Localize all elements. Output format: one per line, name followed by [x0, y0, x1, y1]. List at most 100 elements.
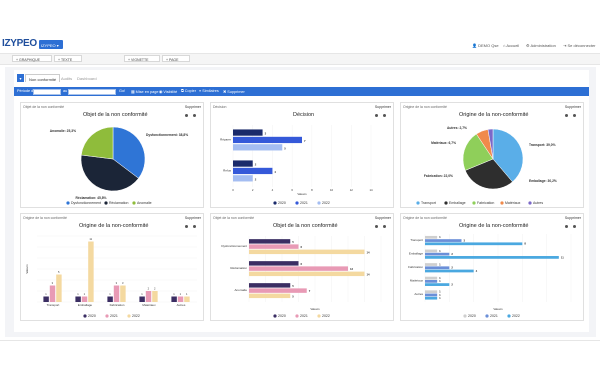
bar-value-label: 14 [367, 272, 371, 276]
slice-label: Dysfonctionnement: 38,8% [146, 133, 188, 137]
home-link[interactable]: ⌂ Accueil [503, 43, 519, 48]
card-delete-button[interactable]: Supprimer [375, 105, 391, 109]
toolbar [0, 53, 600, 65]
add-graph-button[interactable]: + GRAPHIQUE [12, 55, 52, 62]
card-delete-button[interactable]: Supprimer [185, 105, 201, 109]
category-label: Fabrication [110, 303, 125, 307]
slice-label: Transport: 39,0% [529, 143, 556, 147]
copy-button[interactable]: ⧉ Copier [181, 89, 196, 93]
slice-label: Réclamation: 45,8% [76, 196, 107, 200]
slice-label: Anomalie: 25,3% [50, 129, 76, 133]
go-button[interactable]: Go! [119, 89, 125, 93]
add-page-button[interactable]: + PAGE [162, 55, 190, 62]
logout-icon: ⇥ [563, 43, 567, 48]
card-origine-pie: Origine de la non conformité Supprimer O… [400, 102, 584, 208]
legend-label: Transport [421, 201, 436, 205]
legend-label: Dysfonctionnement [71, 201, 101, 205]
legend-label-2022: 2022 [322, 201, 330, 205]
chart-options-icon[interactable] [383, 114, 386, 117]
bar-chart: Dysfonctionnement 5 6 14 Réclamation 6 12 14 Ano… [221, 236, 382, 318]
bar-2021-Matériaux [425, 279, 438, 283]
x-tick: 4 [272, 188, 274, 192]
category-label: Autres [177, 303, 186, 307]
chart-options-icon[interactable] [573, 114, 576, 117]
column-2021-Fabrication [113, 285, 120, 302]
layout-button[interactable]: ▦ Mise en page [131, 89, 158, 94]
chart-menu-icon[interactable] [185, 225, 188, 228]
legend-marker-2022 [127, 314, 131, 318]
tab-dashboard[interactable]: Dashboard [74, 74, 100, 82]
app-logo[interactable]: IZYPEO [2, 38, 37, 49]
add-text-button[interactable]: + TEXTE [54, 55, 82, 62]
bar-2020-Transport [425, 235, 438, 239]
column-value-label: 1 [45, 292, 47, 296]
chart-menu-icon[interactable] [185, 114, 188, 117]
bar-value-label: 5 [284, 146, 286, 150]
column-2020-Fabrication [107, 296, 113, 302]
category-label: Transport [410, 238, 423, 242]
bar-2020-Autres [425, 290, 438, 294]
card-delete-button[interactable]: Supprimer [565, 216, 581, 220]
legend-marker-2022 [317, 201, 321, 205]
bar-2021-Refus [233, 167, 273, 175]
bar-2020-Emballage [425, 249, 438, 253]
chart-menu-icon[interactable] [565, 225, 568, 228]
column-2021-Transport [49, 285, 56, 302]
copy-icon: ⧉ [181, 89, 184, 93]
legend-label-2020: 2020 [278, 314, 286, 318]
legend-marker-2020 [83, 314, 87, 318]
category-label: Réparer [220, 138, 231, 142]
tab-non-conformite[interactable]: Non conformité [25, 74, 61, 82]
category-label: Transport [47, 303, 60, 307]
user-menu[interactable]: 👤 DEMO Qse [472, 43, 499, 48]
app-select-button[interactable]: IZYPEO ▾ [39, 40, 63, 49]
column-chart: Valeurs135Transport1 111Emballage13 3Fabri… [25, 235, 197, 318]
card-delete-button[interactable]: Supprimer [185, 216, 201, 220]
chart-title: Origine de la non-conformité [459, 223, 529, 229]
legend-label-2020: 2020 [278, 201, 286, 205]
bar-2020-Anomalie [249, 283, 291, 288]
bar-value-label: 3 [265, 132, 267, 136]
legend-marker-2021 [295, 314, 299, 318]
card-origine-column: Origine de la non conformité Supprimer O… [20, 213, 204, 321]
legend-label-2021: 2021 [300, 314, 308, 318]
bar-value-label: 5 [292, 284, 294, 288]
chart-menu-icon[interactable] [375, 225, 378, 228]
column-2020-Transport [43, 296, 49, 302]
category-label: Matériaux [410, 279, 424, 283]
bar-value-label: 8 [524, 242, 526, 246]
bar-value-label: 1 [439, 296, 441, 300]
add-vignette-button[interactable]: + VIGNETTE [124, 55, 160, 62]
card-delete-button[interactable]: Supprimer [565, 105, 581, 109]
legend-label-2021: 2021 [300, 201, 308, 205]
chart-menu-icon[interactable] [375, 114, 378, 117]
column-2022-Matériaux [152, 291, 158, 302]
chart-options-icon[interactable] [573, 225, 576, 228]
legend-marker [500, 201, 504, 205]
column-value-label: 5 [58, 270, 60, 274]
admin-link[interactable]: ⚙ Administration [526, 43, 556, 48]
bar-value-label: 11 [561, 255, 564, 259]
tabs-menu-button[interactable]: ▾ [17, 74, 24, 82]
column-value-label: 1 [77, 292, 79, 296]
visibility-button[interactable]: ◉ Visibilité [159, 89, 177, 94]
similar-button[interactable]: ≡ Similaires [199, 89, 219, 93]
card-delete-button[interactable]: Supprimer [375, 216, 391, 220]
delete-page-button[interactable]: ✖ Supprimer [223, 89, 245, 94]
x-axis-label: Valeurs [310, 307, 320, 311]
logout-link[interactable]: ⇥ Se déconnecter [563, 43, 596, 48]
slice-label: Matériaux: 6,7% [431, 141, 456, 145]
date-to-input[interactable] [68, 88, 116, 95]
bar-value-label: 5 [292, 294, 294, 298]
bar-2020-Matériaux [425, 276, 438, 280]
chart-options-icon[interactable] [193, 225, 196, 228]
date-from-input[interactable] [33, 88, 61, 95]
trash-icon: ✖ [223, 90, 227, 94]
legend-marker-2021 [485, 314, 489, 318]
chart-options-icon[interactable] [383, 225, 386, 228]
chart-menu-icon[interactable] [565, 114, 568, 117]
tab-audits[interactable]: Audits [58, 74, 75, 82]
x-axis-label: Valeurs [297, 192, 307, 196]
delete-page-label: Supprimer [227, 90, 245, 94]
chart-options-icon[interactable] [193, 114, 196, 117]
